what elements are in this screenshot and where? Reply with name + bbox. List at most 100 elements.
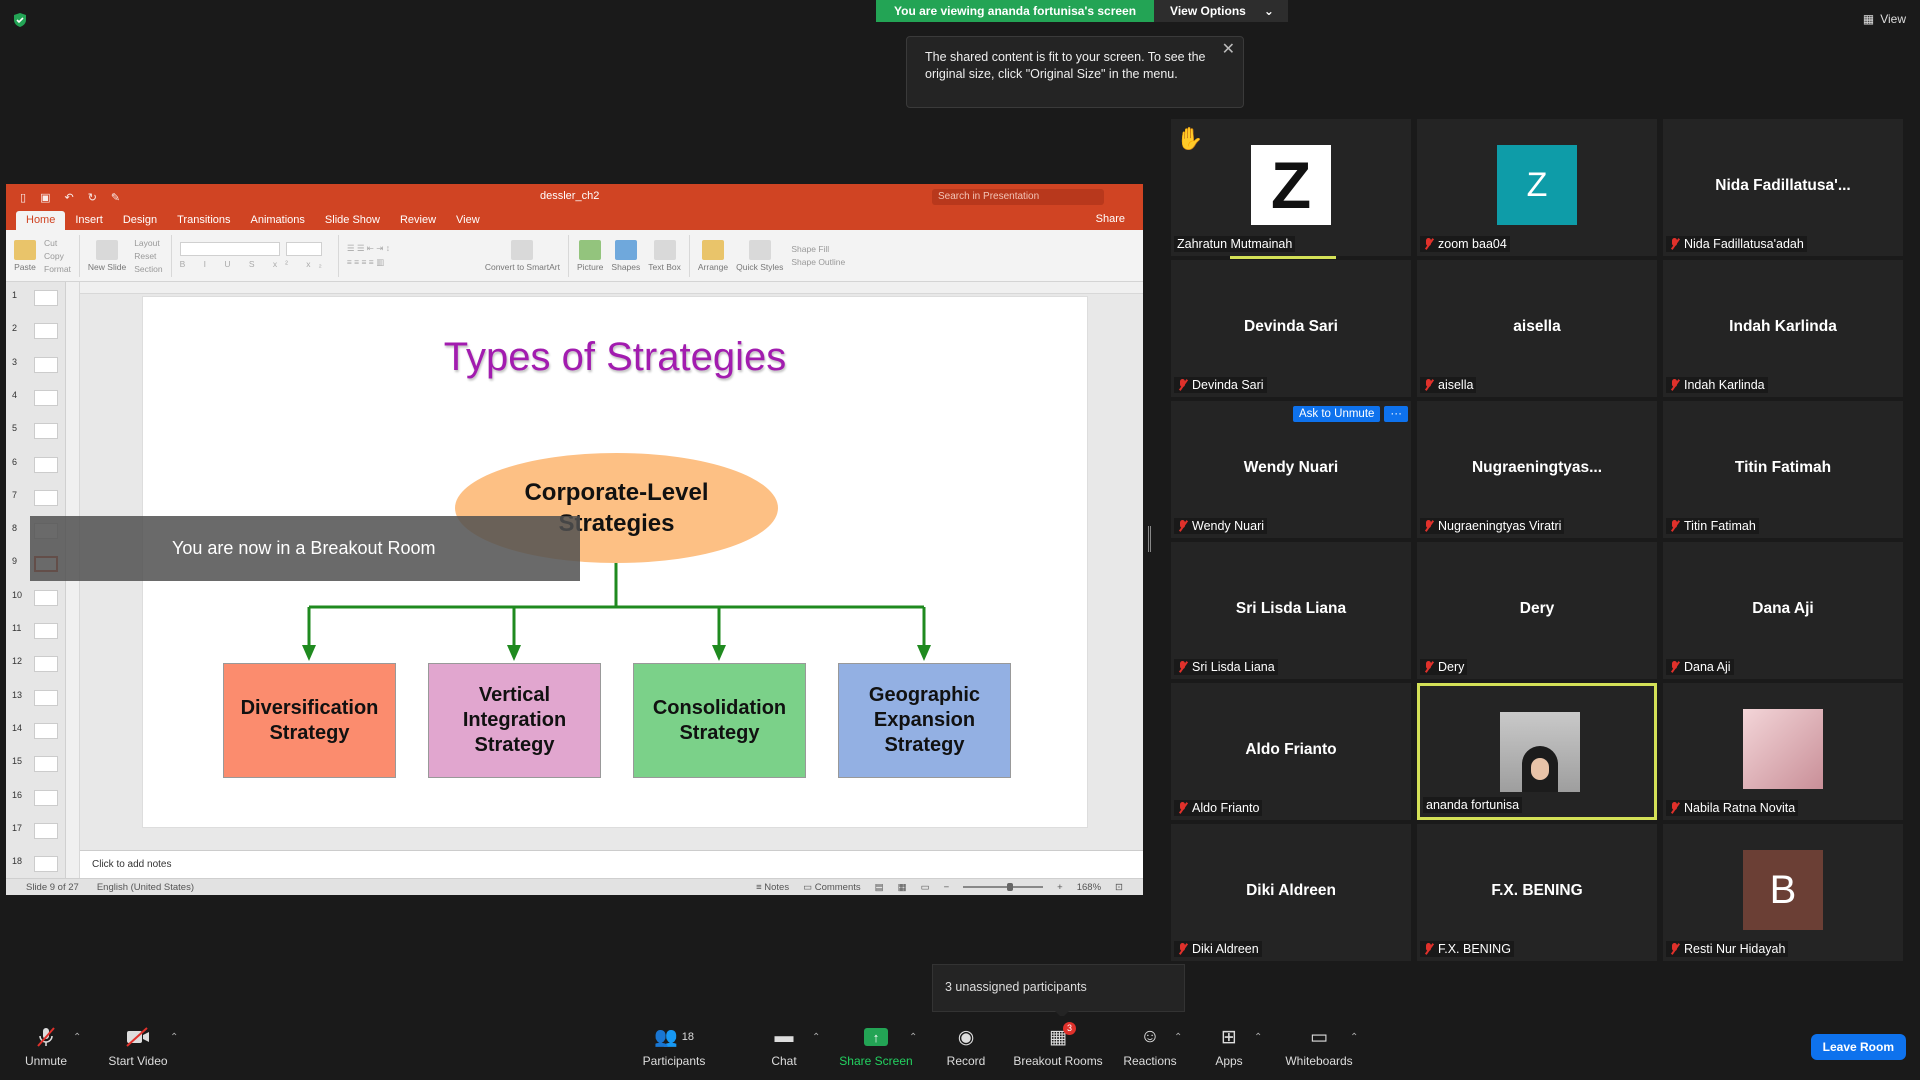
picture-button[interactable]: Picture [577,239,603,272]
shape-outline-button[interactable]: Shape Outline [791,257,845,267]
ask-to-unmute-button[interactable]: Ask to Unmute [1293,406,1381,422]
breakout-rooms-button[interactable]: ▦ 3 Breakout Rooms [1008,1022,1108,1068]
participant-tile[interactable]: ananda fortunisa [1417,683,1657,820]
section-button[interactable]: Section [134,264,162,274]
tab-review[interactable]: Review [390,211,446,230]
chat-options-caret[interactable]: ⌃ [812,1032,820,1043]
split-divider-handle[interactable] [1148,526,1151,552]
slide-thumbnail[interactable]: 16 [6,788,65,816]
video-options-caret[interactable]: ⌃ [170,1032,178,1043]
normal-view-icon[interactable]: ▤ [875,882,884,893]
tab-home[interactable]: Home [16,211,66,230]
notes-toggle[interactable]: ≡ Notes [756,882,789,893]
layout-button[interactable]: Layout [134,238,162,248]
language-indicator[interactable]: English (United States) [97,882,194,893]
comments-toggle[interactable]: ▭ Comments [803,882,861,893]
participant-tile[interactable]: Titin Fatimah Titin Fatimah [1663,401,1903,538]
align-buttons[interactable]: ≡ ≡ ≡ ≡ ▥ [347,257,477,268]
unassigned-participants-popup[interactable]: 3 unassigned participants [932,964,1185,1018]
security-shield-icon[interactable] [12,12,28,28]
slide-thumbnail[interactable]: 6 [6,455,65,483]
slide-thumbnail[interactable]: 13 [6,688,65,716]
participant-tile[interactable]: Z Zahratun Mutmainah [1171,119,1411,256]
participant-tile[interactable]: Zzoom baa04 [1417,119,1657,256]
save-icon[interactable]: ▣ [40,191,50,204]
copy-button[interactable]: Copy [44,251,71,261]
participant-tile[interactable]: aisella aisella [1417,260,1657,397]
slide-thumbnail[interactable]: 4 [6,388,65,416]
slide-thumbnail[interactable]: 18 [6,854,65,878]
participant-tile[interactable]: Nabila Ratna Novita [1663,683,1903,820]
slide-thumbnail[interactable]: 14 [6,721,65,749]
zoom-slider[interactable] [963,883,1044,891]
redo-icon[interactable]: ↻ [88,191,97,204]
view-options-button[interactable]: View Options ⌄ [1154,0,1288,22]
arrange-button[interactable]: Arrange [698,239,728,272]
consolidation-box[interactable]: Consolidation Strategy [633,663,806,778]
shape-fill-button[interactable]: Shape Fill [791,244,845,254]
list-buttons[interactable]: ☰ ☰ ⇤ ⇥ ↕ [347,243,477,254]
sidebar-toggle-icon[interactable]: ▯ [20,191,26,204]
apps-button[interactable]: ⊞ Apps [1179,1026,1279,1069]
tab-insert[interactable]: Insert [65,211,113,230]
sorter-view-icon[interactable]: ▦ [898,882,907,893]
participant-tile[interactable]: Diki Aldreen Diki Aldreen [1171,824,1411,961]
slide-thumbnail[interactable]: 2 [6,321,65,349]
quick-styles-button[interactable]: Quick Styles [736,239,783,272]
slide-thumbnail[interactable]: 5 [6,421,65,449]
slide-thumbnail[interactable]: 17 [6,821,65,849]
vertical-integration-box[interactable]: Vertical Integration Strategy [428,663,601,778]
participant-tile[interactable]: Dana Aji Dana Aji [1663,542,1903,679]
more-options-button[interactable]: ··· [1384,406,1408,422]
shapes-button[interactable]: Shapes [611,239,640,272]
slide-thumbnail[interactable]: 12 [6,654,65,682]
slide-thumbnail[interactable]: 7 [6,488,65,516]
participant-tile[interactable]: Dery Dery [1417,542,1657,679]
slide-thumbnail[interactable]: 1 [6,288,65,316]
close-icon[interactable]: ✕ [1222,41,1235,58]
participants-button[interactable]: 👥 18 Participants [624,1026,724,1068]
participant-tile[interactable]: Devinda Sari Devinda Sari [1171,260,1411,397]
tab-design[interactable]: Design [113,211,167,230]
reset-button[interactable]: Reset [134,251,162,261]
tab-view[interactable]: View [446,211,490,230]
paste-button[interactable]: Paste [14,239,36,272]
fit-slide-icon[interactable]: ⊡ [1115,882,1123,893]
tab-transitions[interactable]: Transitions [167,211,240,230]
edit-icon[interactable]: ✎ [111,191,120,204]
geographic-expansion-box[interactable]: Geographic Expansion Strategy [838,663,1011,778]
participant-tile[interactable]: Nida Fadillatusa'... Nida Fadillatusa'ada… [1663,119,1903,256]
participant-tile[interactable]: F.X. BENING F.X. BENING [1417,824,1657,961]
view-button[interactable]: ▦ View [1863,12,1906,26]
unmute-button[interactable]: Unmute [0,1026,96,1068]
new-slide-button[interactable]: New Slide [88,239,126,272]
undo-icon[interactable]: ↶ [64,191,73,204]
share-button[interactable]: Share [1096,213,1125,225]
zoom-in-icon[interactable]: + [1057,882,1063,893]
search-presentation-input[interactable]: Search in Presentation [932,189,1104,205]
participant-tile[interactable]: Indah Karlinda Indah Karlinda [1663,260,1903,397]
notes-pane[interactable]: Click to add notes [80,850,1143,878]
convert-smartart-button[interactable]: Convert to SmartArt [485,239,560,272]
participant-tile[interactable]: Nugraeningtyas... Nugraeningtyas Viratri [1417,401,1657,538]
slide-thumbnail[interactable]: 15 [6,754,65,782]
cut-button[interactable]: Cut [44,238,71,248]
tab-animations[interactable]: Animations [241,211,315,230]
audio-options-caret[interactable]: ⌃ [73,1032,81,1043]
tab-slide-show[interactable]: Slide Show [315,211,390,230]
text-box-button[interactable]: Text Box [648,239,681,272]
font-name-select[interactable] [179,242,280,256]
reading-view-icon[interactable]: ▭ [921,882,930,893]
font-format-buttons[interactable]: B I U S x² x₂ [180,259,330,269]
font-size-select[interactable] [285,242,322,256]
zoom-level[interactable]: 168% [1077,882,1101,893]
participant-tile[interactable]: Sri Lisda Liana Sri Lisda Liana [1171,542,1411,679]
slide-thumbnail[interactable]: 11 [6,621,65,649]
slide-thumbnail[interactable]: 3 [6,355,65,383]
zoom-out-icon[interactable]: − [944,882,950,893]
slide-thumbnail[interactable]: 10 [6,588,65,616]
participant-tile[interactable]: B Resti Nur Hidayah [1663,824,1903,961]
leave-room-button[interactable]: Leave Room [1810,1034,1906,1060]
apps-options-caret[interactable]: ⌃ [1254,1032,1262,1043]
format-button[interactable]: Format [44,264,71,274]
